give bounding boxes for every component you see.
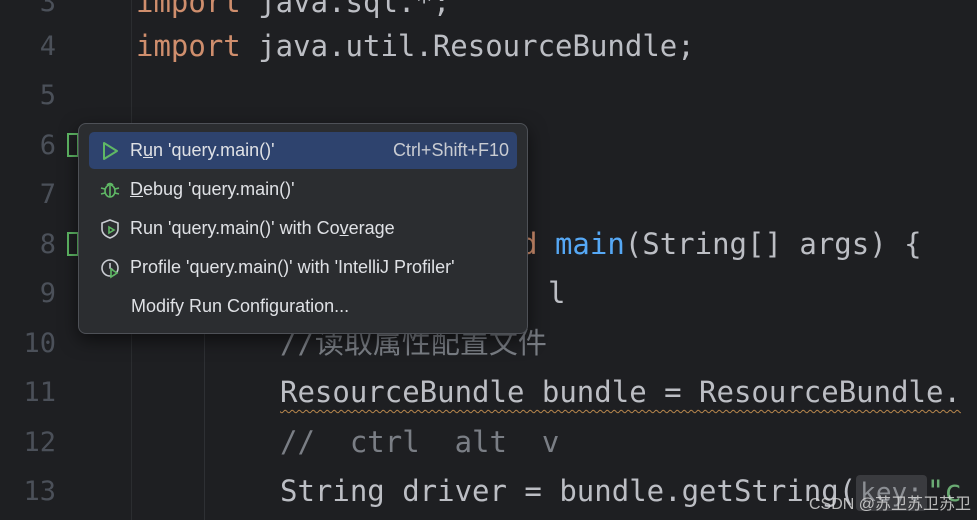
menu-item-modify-run-config[interactable]: Modify Run Configuration... bbox=[89, 288, 517, 325]
code-line-9[interactable]: l bbox=[548, 269, 565, 318]
code-line-8[interactable]: d main(String[] args) { bbox=[520, 220, 922, 269]
line-number: 12 bbox=[23, 427, 56, 458]
coverage-icon bbox=[99, 218, 121, 240]
line-number: 10 bbox=[23, 328, 56, 359]
line-number: 5 bbox=[39, 80, 56, 111]
menu-item-debug[interactable]: Debug 'query.main()' bbox=[89, 171, 517, 208]
shortcut-label: Ctrl+Shift+F10 bbox=[392, 140, 509, 160]
code-line-4[interactable]: import java.util.ResourceBundle; bbox=[136, 22, 695, 71]
code-line-12[interactable]: // ctrl alt v bbox=[280, 418, 559, 467]
line-number: 7 bbox=[39, 179, 56, 210]
menu-item-run[interactable]: Run 'query.main()' Ctrl+Shift+F10 bbox=[89, 132, 517, 169]
watermark: CSDN @苏卫苏卫苏卫 bbox=[808, 496, 971, 513]
line-number: 6 bbox=[39, 130, 56, 161]
line-number: 8 bbox=[39, 229, 56, 260]
menu-item-coverage[interactable]: Run 'query.main()' with Coverage bbox=[89, 210, 517, 247]
run-icon bbox=[99, 140, 121, 162]
profiler-icon bbox=[99, 257, 121, 279]
line-number: 11 bbox=[23, 377, 56, 408]
menu-item-profile[interactable]: Profile 'query.main()' with 'IntelliJ Pr… bbox=[89, 249, 517, 286]
indent-guide bbox=[204, 330, 205, 520]
debug-icon bbox=[99, 179, 121, 201]
line-number: 13 bbox=[23, 476, 56, 507]
line-number: 4 bbox=[39, 31, 56, 62]
run-context-popup: Run 'query.main()' Ctrl+Shift+F10 Debug … bbox=[78, 123, 528, 334]
code-line-11[interactable]: ResourceBundle bundle = ResourceBundle. bbox=[280, 368, 961, 417]
line-number: 9 bbox=[39, 278, 56, 309]
